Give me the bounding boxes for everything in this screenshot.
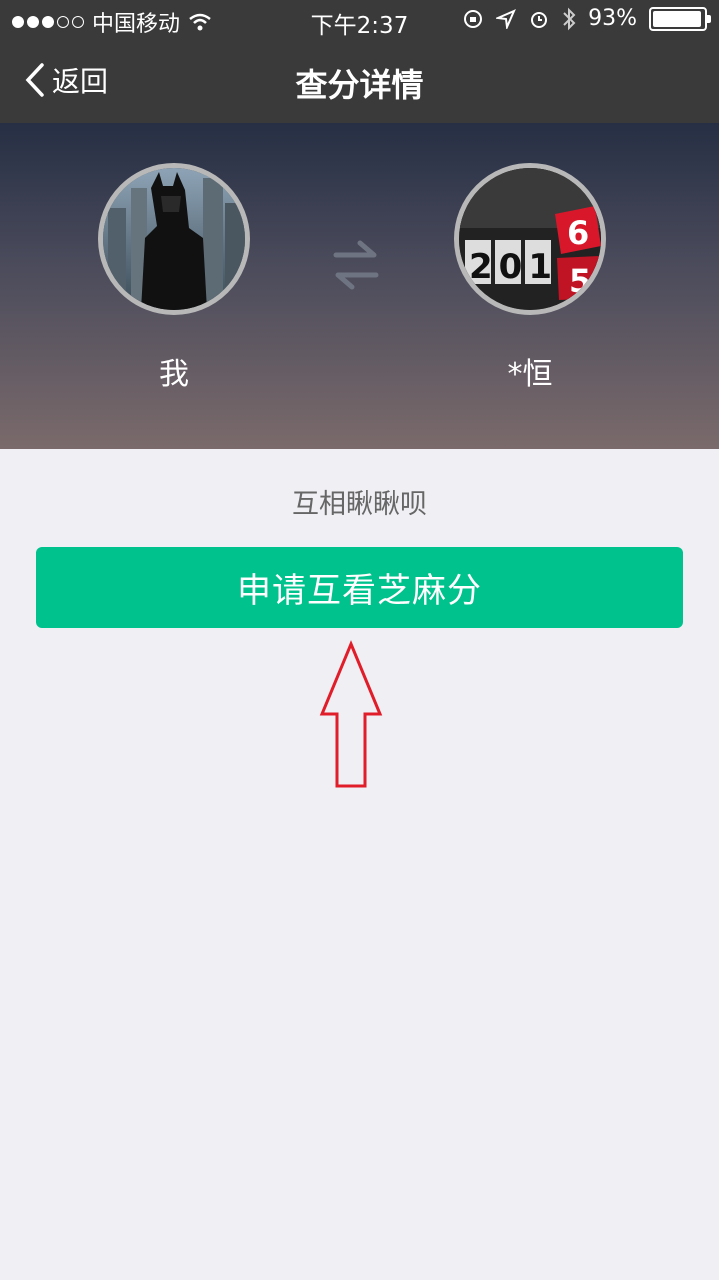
avatar-cube-bottom: 5 [569, 262, 591, 300]
friend-name: *恒 [507, 357, 553, 392]
avatar-cube-top: 6 [567, 214, 589, 252]
year-counter-avatar-image: 201 6 5 [459, 168, 601, 310]
status-bar: 中国移动 下午2:37 93% [0, 0, 719, 40]
my-avatar[interactable] [98, 163, 250, 315]
page-title: 查分详情 [295, 66, 424, 104]
navigation-bar: 返回 查分详情 [0, 40, 719, 123]
annotation-up-arrow-icon [319, 640, 383, 788]
rotation-lock-icon [464, 9, 483, 28]
battery-percent: 93% [588, 6, 637, 31]
friend-avatar[interactable]: 201 6 5 [454, 163, 606, 315]
my-name: 我 [159, 357, 189, 392]
top-bar: 中国移动 下午2:37 93% 返回 查分详情 [0, 0, 719, 123]
status-right: 93% [462, 6, 711, 31]
location-icon [496, 8, 517, 29]
bluetooth-icon [563, 7, 576, 30]
profile-header: 201 6 5 我 *恒 [0, 123, 719, 449]
battery-icon [649, 6, 711, 31]
alarm-icon [531, 11, 548, 28]
request-score-button[interactable]: 申请互看芝麻分 [36, 547, 683, 628]
swap-arrows-icon [333, 240, 379, 290]
batman-avatar-image [103, 168, 245, 310]
avatar-digits: 201 [469, 247, 558, 287]
hint-text: 互相瞅瞅呗 [292, 489, 427, 520]
